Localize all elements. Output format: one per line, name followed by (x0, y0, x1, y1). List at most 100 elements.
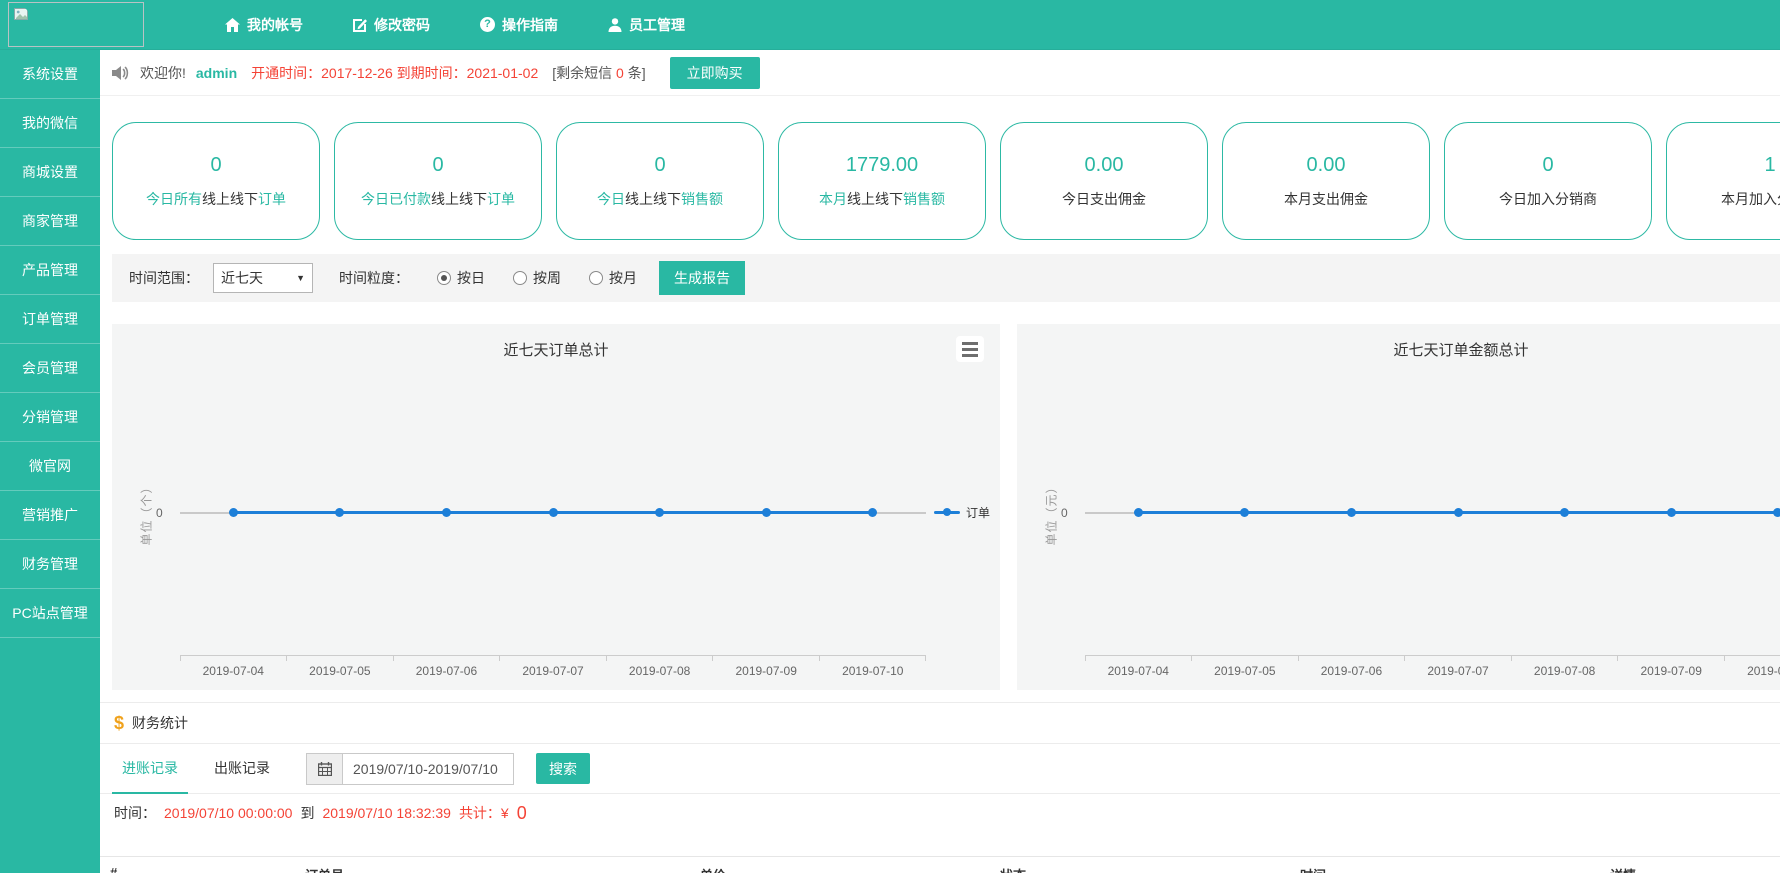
charts-row: 近七天订单总计 单位（个） 0 2019-07-04 (112, 324, 1780, 690)
date-range-input[interactable] (342, 753, 514, 785)
radio-icon (513, 271, 527, 285)
data-point (1560, 508, 1569, 517)
data-point (1134, 508, 1143, 517)
data-point (762, 508, 771, 517)
nav-my-account[interactable]: 我的帐号 (225, 15, 303, 35)
granularity-label: 时间粒度： (339, 268, 409, 288)
radio-by-month[interactable]: 按月 (589, 268, 637, 288)
total-value: 0 (517, 803, 527, 824)
x-axis (1085, 655, 1780, 661)
data-point (1454, 508, 1463, 517)
time-end: 2019/07/10 18:32:39 (322, 805, 450, 821)
col-detail: 详情 (1610, 865, 1636, 873)
stat-card-today-commission: 0.00 今日支出佣金 (1000, 122, 1208, 240)
col-status: 状态 (1000, 865, 1026, 873)
sidebar-item-merchant[interactable]: 商家管理 (0, 197, 100, 246)
chart-orders-panel: 近七天订单总计 单位（个） 0 2019-07-04 (112, 324, 1000, 690)
sidebar-item-mall[interactable]: 商城设置 (0, 148, 100, 197)
generate-report-button[interactable]: 生成报告 (659, 261, 745, 295)
stat-card-today-sales: 0 今日线上线下销售额 (556, 122, 764, 240)
sidebar-item-microsite[interactable]: 微官网 (0, 442, 100, 491)
stat-card-month-commission: 0.00 本月支出佣金 (1222, 122, 1430, 240)
calendar-icon (318, 762, 332, 776)
staff-icon (608, 18, 622, 32)
edit-icon (353, 18, 367, 32)
calendar-addon[interactable] (306, 753, 342, 785)
legend-label: 订单 (966, 504, 990, 521)
stat-value: 0.00 (1085, 154, 1124, 177)
stat-card-month-sales: 1779.00 本月线上线下销售额 (778, 122, 986, 240)
total-label: 共计：¥ (459, 803, 509, 823)
sidebar-item-distribution[interactable]: 分销管理 (0, 393, 100, 442)
chart-title: 近七天订单金额总计 (1017, 339, 1780, 360)
col-index: # (110, 865, 117, 873)
stat-value: 0 (432, 154, 443, 177)
main-content: 欢迎你! admin 开通时间：2017-12-26 到期时间：2021-01-… (100, 50, 1780, 873)
y-axis-label: 单位（个） (138, 480, 155, 545)
sms-count: 0 (616, 65, 624, 81)
data-point (335, 508, 344, 517)
stat-card-today-orders: 0 今日所有线上线下订单 (112, 122, 320, 240)
x-axis-labels: 2019-07-04 2019-07-05 2019-07-06 2019-07… (1085, 664, 1780, 678)
buy-now-button[interactable]: 立即购买 (670, 57, 760, 89)
finance-section-title: 财务统计 (132, 713, 188, 733)
sidebar-item-pc-site[interactable]: PC站点管理 (0, 589, 100, 638)
stat-value: 0.00 (1307, 154, 1346, 177)
select-arrow-icon: ▼ (296, 273, 305, 283)
search-button[interactable]: 搜索 (536, 753, 590, 784)
stat-label: 本月支出佣金 (1284, 189, 1368, 209)
stat-label: 今日支出佣金 (1062, 189, 1146, 209)
records-table-header: # 订单号 单价 状态 时间 详情 (100, 856, 1780, 873)
top-navigation: 我的帐号 修改密码 ? 操作指南 员工管理 (225, 15, 685, 35)
sidebar-item-system[interactable]: 系统设置 (0, 50, 100, 99)
sidebar-item-product[interactable]: 产品管理 (0, 246, 100, 295)
sidebar-item-order[interactable]: 订单管理 (0, 295, 100, 344)
radio-by-day[interactable]: 按日 (437, 268, 485, 288)
stat-label: 今日所有线上线下订单 (146, 189, 286, 209)
data-point (1347, 508, 1356, 517)
stat-card-month-distributors: 1 本月加入分销商 (1666, 122, 1780, 240)
admin-dashboard: 我的帐号 修改密码 ? 操作指南 员工管理 系统设置 我的微信 商城设置 商家管… (0, 0, 1780, 873)
col-price: 单价 (700, 865, 726, 873)
sidebar: 系统设置 我的微信 商城设置 商家管理 产品管理 订单管理 会员管理 分销管理 … (0, 50, 100, 873)
nav-staff[interactable]: 员工管理 (608, 15, 685, 35)
home-icon (225, 18, 240, 32)
radio-icon (589, 271, 603, 285)
sidebar-item-marketing[interactable]: 营销推广 (0, 491, 100, 540)
time-range-select[interactable]: 近七天 ▼ (213, 263, 313, 293)
data-point (1773, 508, 1780, 517)
nav-change-password[interactable]: 修改密码 (353, 15, 430, 35)
radio-by-week[interactable]: 按周 (513, 268, 561, 288)
tab-outgoing-records[interactable]: 出账记录 (204, 744, 280, 794)
stat-value: 0 (210, 154, 221, 177)
time-range-selected: 近七天 (221, 268, 263, 288)
sidebar-item-finance[interactable]: 财务管理 (0, 540, 100, 589)
username: admin (196, 65, 237, 81)
sidebar-item-member[interactable]: 会员管理 (0, 344, 100, 393)
account-validity: 开通时间：2017-12-26 到期时间：2021-01-02 (251, 63, 538, 83)
radio-checked-icon (437, 271, 451, 285)
sidebar-item-wechat[interactable]: 我的微信 (0, 99, 100, 148)
data-point (1667, 508, 1676, 517)
nav-guide[interactable]: ? 操作指南 (480, 15, 558, 35)
stat-label: 今日已付款线上线下订单 (361, 189, 515, 209)
stat-value: 0 (1542, 154, 1553, 177)
time-label: 时间： (114, 803, 156, 823)
tab-income-records[interactable]: 进账记录 (112, 744, 188, 794)
legend-marker-icon (934, 511, 960, 514)
chart-amount-panel: 近七天订单金额总计 单位（元） 0 2019-07-04 2019-0 (1017, 324, 1780, 690)
logo-placeholder (8, 2, 144, 47)
data-point (229, 508, 238, 517)
y-axis-tick: 0 (1061, 506, 1068, 520)
stat-label: 本月线上线下销售额 (819, 189, 945, 209)
data-point (442, 508, 451, 517)
help-icon: ? (480, 17, 495, 32)
stat-card-today-distributors: 0 今日加入分销商 (1444, 122, 1652, 240)
broken-image-icon (14, 8, 30, 22)
col-time: 时间 (1300, 865, 1326, 873)
time-range-label: 时间范围： (129, 268, 199, 288)
data-point (868, 508, 877, 517)
legend-orders[interactable]: 订单 (934, 504, 990, 521)
stat-label: 今日线上线下销售额 (597, 189, 723, 209)
chart-menu-icon[interactable] (956, 336, 984, 362)
